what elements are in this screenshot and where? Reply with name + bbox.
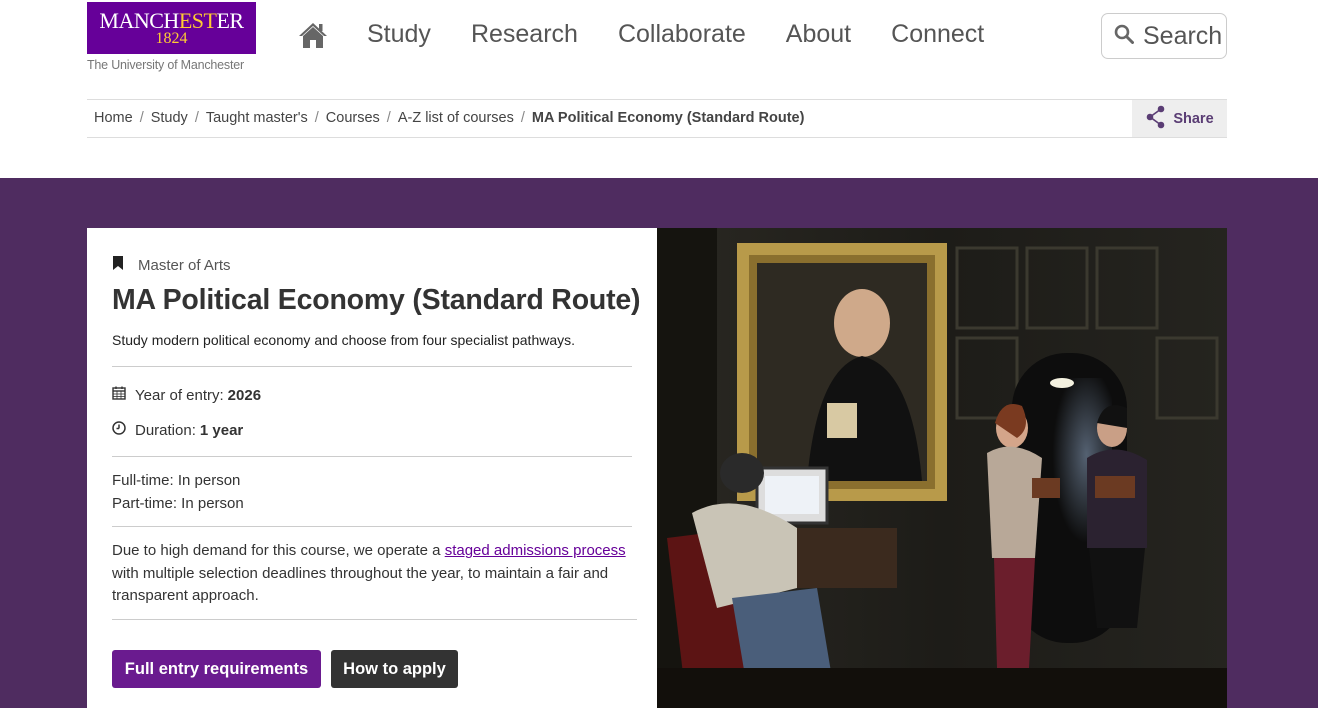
- share-icon: [1145, 105, 1173, 133]
- duration-label: Duration:: [135, 421, 196, 439]
- nav-item-connect[interactable]: Connect: [891, 20, 984, 49]
- breadcrumb-courses[interactable]: Courses: [326, 110, 380, 126]
- logo-mark: MANCHESTER 1824: [87, 2, 256, 54]
- year-label: Year of entry:: [135, 386, 224, 404]
- search-label: Search: [1143, 21, 1223, 50]
- divider: [112, 526, 632, 527]
- breadcrumb-az-list[interactable]: A-Z list of courses: [398, 110, 514, 126]
- main-nav: Study Research Collaborate About Connect: [367, 20, 1024, 49]
- full-time-mode: Full-time: In person: [112, 472, 241, 489]
- breadcrumb-bar: Home / Study / Taught master's / Courses / A…: [87, 99, 1227, 138]
- share-label: Share: [1173, 110, 1214, 127]
- course-duration: Duration: 1 year: [112, 421, 243, 439]
- home-icon[interactable]: [298, 21, 328, 49]
- nav-item-research[interactable]: Research: [471, 20, 578, 49]
- breadcrumb-study[interactable]: Study: [151, 110, 188, 126]
- staged-admissions-link[interactable]: staged admissions process: [445, 542, 626, 559]
- breadcrumb-separator: /: [520, 110, 525, 126]
- divider: [112, 619, 637, 620]
- duration-value: 1 year: [199, 421, 244, 439]
- how-to-apply-button[interactable]: How to apply: [331, 650, 458, 688]
- search-button[interactable]: Search: [1101, 13, 1227, 59]
- logo-subtitle: The University of Manchester: [87, 58, 244, 72]
- logo-year: 1824: [155, 30, 188, 47]
- course-summary-card: Master of Arts MA Political Economy (Sta…: [87, 228, 657, 708]
- university-logo[interactable]: MANCHESTER 1824 The University of Manche…: [87, 2, 256, 72]
- breadcrumb-separator: /: [194, 110, 199, 126]
- bookmark-icon: [112, 256, 138, 274]
- divider: [112, 366, 632, 367]
- breadcrumb-current: MA Political Economy (Standard Route): [531, 110, 805, 126]
- year-of-entry: Year of entry: 2026: [112, 386, 261, 404]
- year-value: 2026: [227, 386, 262, 404]
- calendar-icon: [112, 386, 135, 404]
- breadcrumb-separator: /: [386, 110, 391, 126]
- breadcrumb-separator: /: [314, 110, 319, 126]
- course-summary: Study modern political economy and choos…: [112, 332, 576, 348]
- nav-item-about[interactable]: About: [786, 20, 851, 49]
- breadcrumb-home[interactable]: Home: [94, 110, 133, 126]
- share-button[interactable]: Share: [1132, 100, 1227, 137]
- qualification-label: Master of Arts: [138, 256, 231, 274]
- divider: [112, 456, 632, 457]
- site-header: MANCHESTER 1824 The University of Manche…: [0, 0, 1318, 100]
- page-title: MA Political Economy (Standard Route): [112, 284, 641, 316]
- course-hero-image: [657, 228, 1227, 708]
- nav-item-collaborate[interactable]: Collaborate: [618, 20, 746, 49]
- clock-icon: [112, 421, 135, 439]
- nav-item-study[interactable]: Study: [367, 20, 431, 49]
- search-icon: [1114, 24, 1134, 48]
- breadcrumb-separator: /: [139, 110, 144, 126]
- full-entry-requirements-button[interactable]: Full entry requirements: [112, 650, 321, 688]
- part-time-mode: Part-time: In person: [112, 495, 244, 512]
- qualification-type: Master of Arts: [112, 256, 231, 274]
- admissions-note: Due to high demand for this course, we o…: [112, 542, 626, 604]
- breadcrumb: Home / Study / Taught master's / Courses / A…: [94, 110, 804, 126]
- breadcrumb-taught-masters[interactable]: Taught master's: [206, 110, 308, 126]
